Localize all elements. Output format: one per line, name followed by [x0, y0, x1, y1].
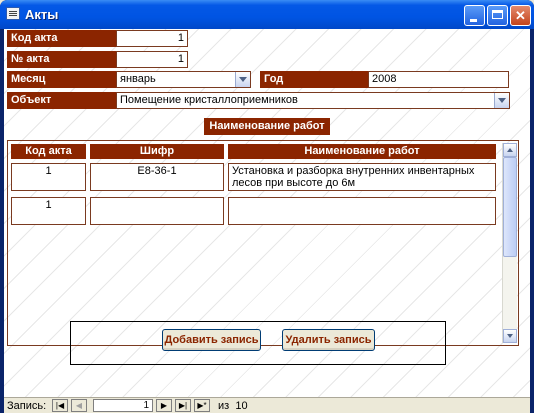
title-bar: Акты ✕	[0, 0, 534, 29]
column-header-shifr: Шифр	[90, 144, 224, 159]
table-row-2-kod[interactable]: 1	[11, 197, 86, 225]
first-record-icon[interactable]: |◀	[52, 399, 68, 412]
mesyac-label: Месяц	[7, 71, 116, 88]
mesyac-combo[interactable]: январь	[116, 71, 251, 88]
table-row-1-naim[interactable]: Установка и разборка внутренних инвентар…	[228, 163, 496, 191]
close-button[interactable]: ✕	[510, 5, 531, 26]
scroll-down-icon[interactable]	[503, 329, 517, 343]
kod-akta-field[interactable]: 1	[116, 30, 188, 47]
record-count: из 10	[218, 400, 248, 412]
column-header-kod: Код акта	[11, 144, 86, 159]
current-record-input[interactable]: 1	[93, 399, 153, 412]
obekt-label: Объект	[7, 92, 116, 109]
next-record-icon[interactable]: ▶	[156, 399, 172, 412]
record-navigation: Запись: |◀ ◀ 1 ▶ ▶| ▶* из 10	[4, 397, 530, 413]
app-window: Акты ✕ Код акта 1 № акта 1 Месяц январь …	[0, 0, 534, 413]
table-row-1-kod[interactable]: 1	[11, 163, 86, 191]
add-record-button[interactable]: Добавить запись	[162, 329, 261, 351]
table-row-1-shifr[interactable]: Е8-36-1	[90, 163, 224, 191]
minimize-button[interactable]	[464, 5, 485, 26]
works-subform: Код акта Шифр Наименование работ 1 Е8-36…	[7, 140, 519, 346]
chevron-down-icon[interactable]	[235, 72, 250, 87]
last-record-icon[interactable]: ▶|	[175, 399, 191, 412]
maximize-button[interactable]	[487, 5, 508, 26]
section-title: Наименование работ	[204, 118, 330, 135]
button-panel: Добавить запись Удалить запись	[70, 321, 446, 365]
nomer-akta-field[interactable]: 1	[116, 51, 188, 68]
column-header-naim: Наименование работ	[228, 144, 496, 159]
kod-akta-label: Код акта	[7, 30, 116, 47]
obekt-combo[interactable]: Помещение кристаллоприемников	[116, 92, 510, 109]
form-icon	[6, 7, 20, 20]
scroll-up-icon[interactable]	[503, 143, 517, 157]
window-title: Акты	[25, 7, 59, 22]
new-record-icon[interactable]: ▶*	[194, 399, 210, 412]
scroll-thumb[interactable]	[503, 157, 517, 257]
prev-record-icon[interactable]: ◀	[71, 399, 87, 412]
subform-scrollbar[interactable]	[502, 143, 517, 343]
god-label: Год	[260, 71, 368, 88]
god-field[interactable]: 2008	[368, 71, 509, 88]
table-row-2-shifr[interactable]	[90, 197, 224, 225]
form-body: Код акта 1 № акта 1 Месяц январь Год 200…	[4, 29, 530, 413]
mesyac-value: январь	[120, 73, 156, 85]
table-row-2-naim[interactable]	[228, 197, 496, 225]
record-label: Запись:	[7, 400, 47, 412]
record-of-label: из	[218, 400, 230, 412]
nomer-akta-label: № акта	[7, 51, 116, 68]
obekt-value: Помещение кристаллоприемников	[120, 94, 298, 106]
chevron-down-icon[interactable]	[494, 93, 509, 108]
record-total: 10	[235, 400, 248, 412]
delete-record-button[interactable]: Удалить запись	[282, 329, 375, 351]
